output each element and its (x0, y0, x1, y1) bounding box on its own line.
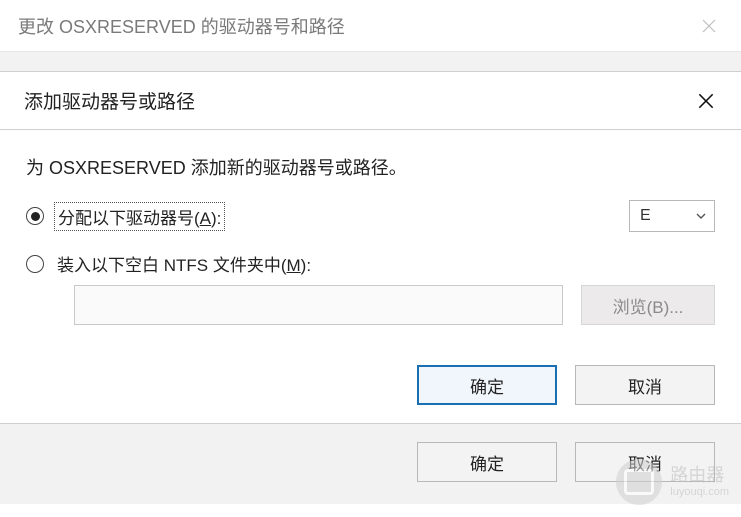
assign-letter-radio[interactable] (26, 207, 44, 225)
assign-label-hotkey: A (200, 209, 211, 228)
outer-cancel-button[interactable]: 取消 (575, 442, 715, 482)
outer-dialog-title: 更改 OSXRESERVED 的驱动器号和路径 (18, 13, 345, 39)
drive-letter-select[interactable]: E (629, 200, 715, 232)
mount-folder-label[interactable]: 装入以下空白 NTFS 文件夹中(M): (54, 250, 314, 277)
close-icon (700, 17, 718, 35)
inner-dialog-buttons: 确定 取消 (0, 335, 741, 424)
mount-label-pre: 装入以下空白 NTFS 文件夹中( (57, 256, 287, 275)
assign-label-pre: 分配以下驱动器号( (58, 209, 200, 228)
mount-folder-controls: 浏览(B)... (74, 285, 715, 325)
outer-ok-button[interactable]: 确定 (417, 442, 557, 482)
inner-dialog-header: 添加驱动器号或路径 (0, 72, 741, 130)
inner-dialog-body: 为 OSXRESERVED 添加新的驱动器号或路径。 分配以下驱动器号(A): … (0, 130, 741, 335)
outer-client-strip (0, 52, 741, 72)
inner-close-button[interactable] (691, 86, 721, 116)
chevron-down-icon (696, 211, 706, 221)
mount-label-post: ): (301, 256, 311, 275)
close-icon (696, 91, 716, 111)
inner-dialog-title: 添加驱动器号或路径 (24, 87, 195, 114)
drive-letter-value: E (640, 207, 651, 225)
mount-label-hotkey: M (287, 256, 301, 275)
browse-button: 浏览(B)... (581, 285, 715, 325)
assign-letter-row: 分配以下驱动器号(A): E (26, 200, 715, 232)
assign-label-post: ): (211, 209, 221, 228)
mount-folder-radio[interactable] (26, 255, 44, 273)
outer-dialog-buttons: 确定 取消 (0, 424, 741, 504)
inner-ok-button[interactable]: 确定 (417, 365, 557, 405)
assign-letter-label[interactable]: 分配以下驱动器号(A): (54, 202, 225, 231)
outer-close-button[interactable] (695, 12, 723, 40)
inner-cancel-button[interactable]: 取消 (575, 365, 715, 405)
mount-path-input (74, 285, 563, 325)
outer-dialog-header: 更改 OSXRESERVED 的驱动器号和路径 (0, 0, 741, 52)
mount-folder-row: 装入以下空白 NTFS 文件夹中(M): (26, 250, 715, 277)
instruction-text: 为 OSXRESERVED 添加新的驱动器号或路径。 (26, 154, 715, 180)
